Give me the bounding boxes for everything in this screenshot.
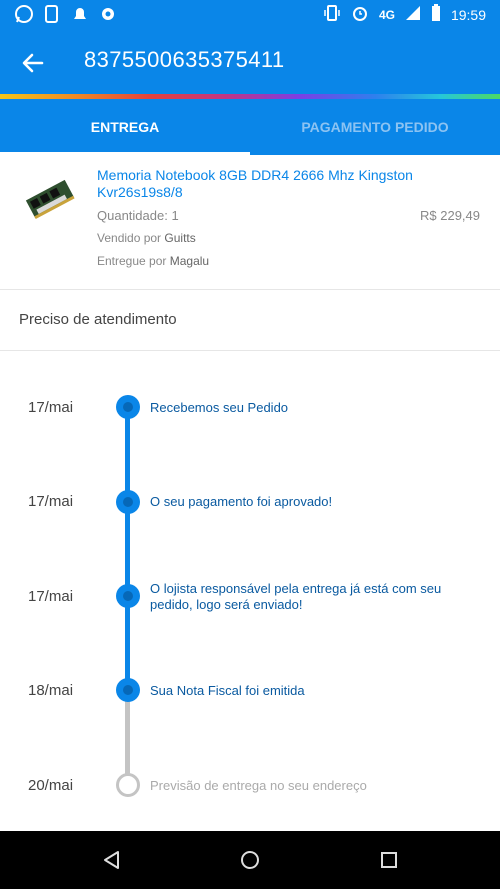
help-label: Preciso de atendimento xyxy=(19,311,177,328)
delivered-by: Entregue por Magalu xyxy=(97,254,209,268)
timeline-date: 17/mai xyxy=(28,588,74,605)
timeline-progress-line xyxy=(125,407,130,690)
product-image[interactable] xyxy=(22,171,78,227)
delivered-by-label: Entregue por xyxy=(97,254,167,268)
vibrate-icon xyxy=(323,4,341,25)
help-row[interactable]: Preciso de atendimento xyxy=(0,290,500,351)
app-bar: 8375500635375411 xyxy=(0,30,500,94)
tab-bar: ENTREGA PAGAMENTO PEDIDO xyxy=(0,99,500,155)
timeline-event-text: O lojista responsável pela entrega já es… xyxy=(150,581,442,612)
timeline-event-text: Previsão de entrega no seu endereço xyxy=(150,778,367,793)
timeline-dot-done xyxy=(116,678,140,702)
timeline-dot-pending xyxy=(116,773,140,797)
timeline-dot-done xyxy=(116,395,140,419)
product-quantity: Quantidade: 1 xyxy=(97,208,179,223)
network-type: 4G xyxy=(378,7,395,22)
timeline-pending-line xyxy=(125,690,130,785)
timeline-date: 20/mai xyxy=(28,777,74,794)
back-arrow-icon[interactable] xyxy=(18,48,48,78)
sold-by-label: Vendido por xyxy=(97,231,162,245)
product-card: Memoria Notebook 8GB DDR4 2666 Mhz Kings… xyxy=(0,155,500,290)
timeline-event-text: Sua Nota Fiscal foi emitida xyxy=(150,683,305,698)
product-price: R$ 229,49 xyxy=(420,208,480,223)
nav-home-icon[interactable] xyxy=(238,848,262,872)
tab-entrega[interactable]: ENTREGA xyxy=(0,99,250,155)
product-name[interactable]: Memoria Notebook 8GB DDR4 2666 Mhz Kings… xyxy=(97,167,427,201)
phone-notification-icon xyxy=(42,4,62,24)
system-nav-bar xyxy=(0,831,500,889)
status-bar: 4G 19:59 xyxy=(0,0,500,30)
settings-notification-icon xyxy=(98,4,118,24)
whatsapp-icon xyxy=(14,4,34,24)
order-number-title: 8375500635375411 xyxy=(84,47,285,72)
notification-icons xyxy=(14,4,118,24)
timeline-date: 18/mai xyxy=(28,682,74,699)
alarm-icon xyxy=(351,4,369,25)
nav-recents-icon[interactable] xyxy=(377,848,401,872)
clock: 19:59 xyxy=(450,6,486,23)
timeline-event-text: Recebemos seu Pedido xyxy=(150,400,289,415)
nav-back-icon[interactable] xyxy=(100,848,124,872)
sold-by: Vendido por Guitts xyxy=(97,231,196,245)
timeline-dot-done xyxy=(116,584,140,608)
tab-pagamento-pedido[interactable]: PAGAMENTO PEDIDO xyxy=(250,99,500,155)
timeline-date: 17/mai xyxy=(28,493,74,510)
timeline-event-text: O seu pagamento foi aprovado! xyxy=(150,494,333,509)
delivery-timeline: 17/mai Recebemos seu Pedido 17/mai O seu… xyxy=(0,351,500,831)
system-status: 4G 19:59 xyxy=(323,4,486,25)
timeline-date: 17/mai xyxy=(28,399,74,416)
timeline-dot-done xyxy=(116,490,140,514)
delivered-by-value: Magalu xyxy=(169,254,210,268)
bell-notification-icon xyxy=(70,4,90,24)
signal-icon xyxy=(405,5,421,24)
battery-icon xyxy=(431,4,441,25)
sold-by-value: Guitts xyxy=(164,231,196,245)
